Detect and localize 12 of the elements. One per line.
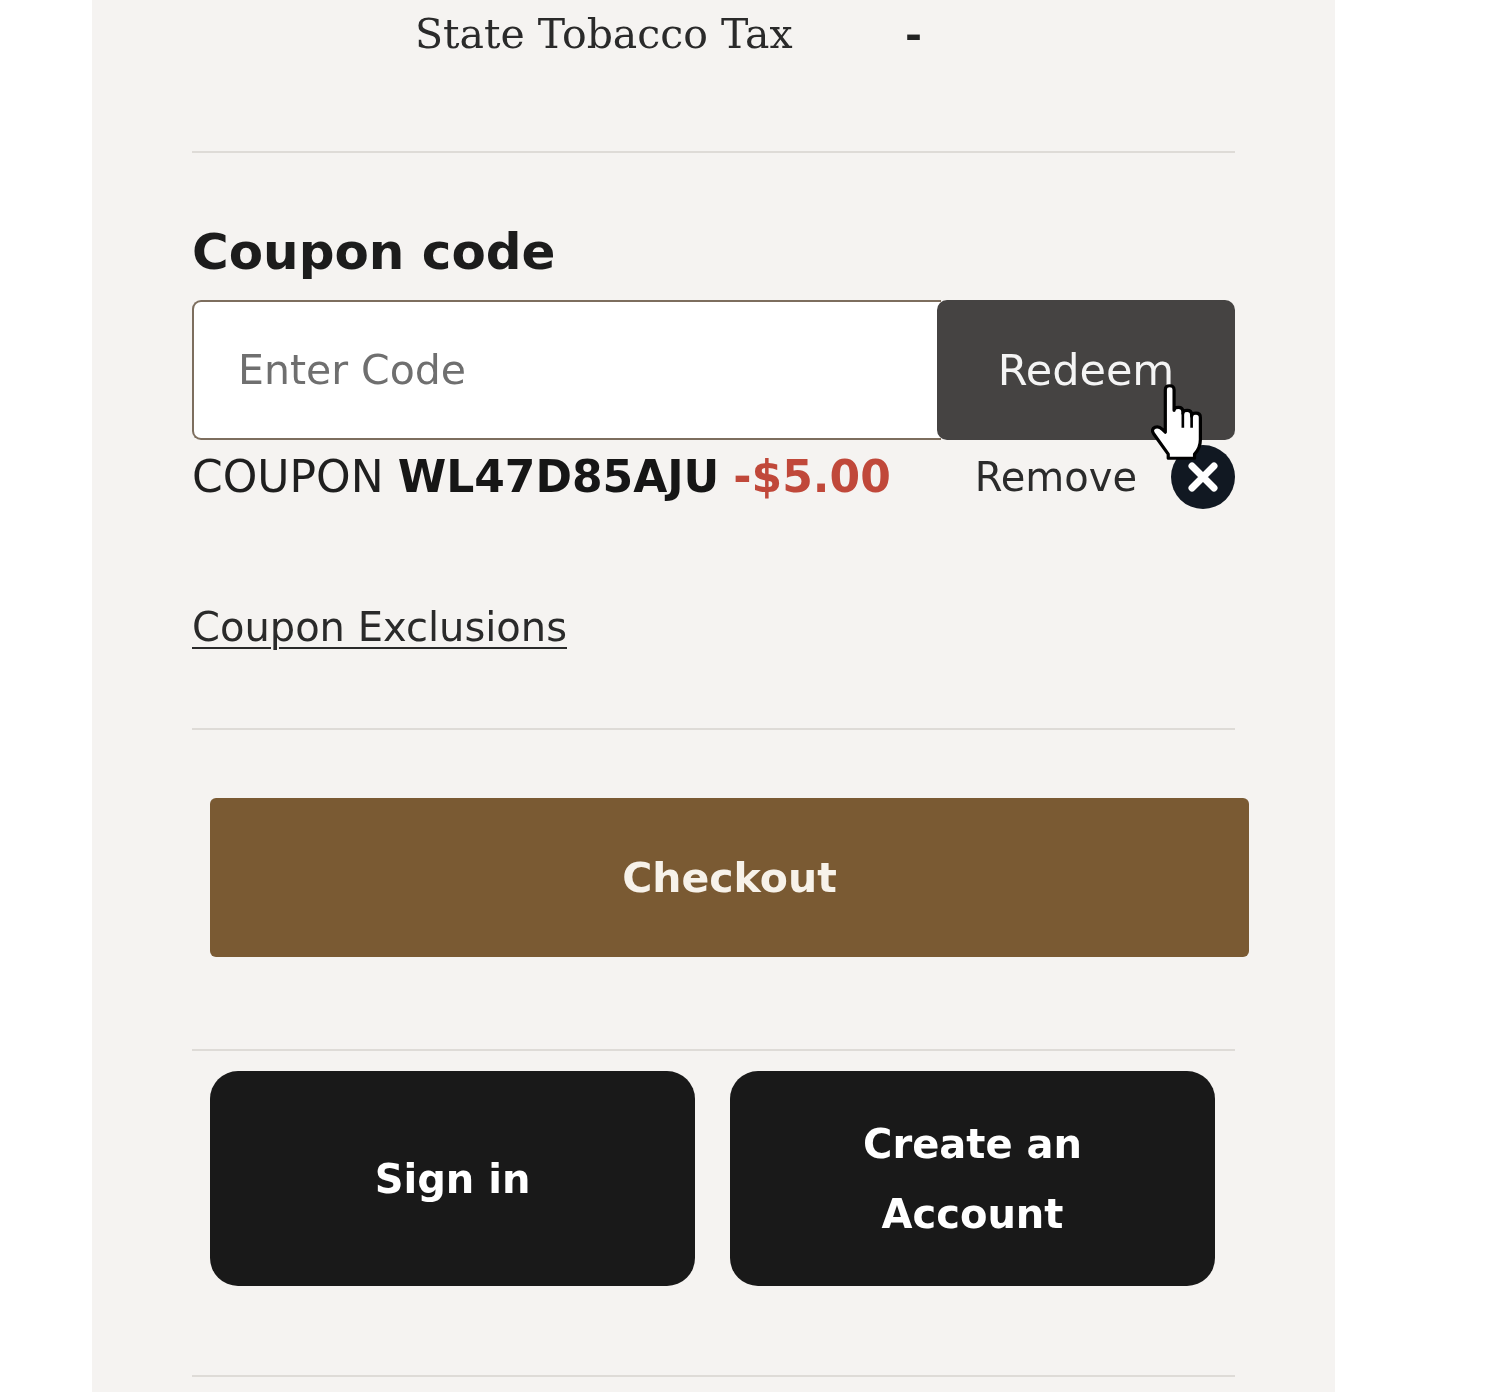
tax-value: -: [905, 10, 924, 60]
coupon-exclusions-link[interactable]: Coupon Exclusions: [192, 602, 567, 652]
coupon-code-field[interactable]: Enter Code: [192, 300, 941, 440]
account-button[interactable]: Sign in: [210, 1071, 695, 1286]
applied-coupon-text: COUPON WL47D85AJU: [192, 450, 720, 504]
account-button[interactable]: Create an Account: [730, 1071, 1215, 1286]
close-icon[interactable]: [1171, 445, 1235, 509]
coupon-heading: Coupon code: [192, 222, 556, 282]
checkout-button[interactable]: Checkout: [210, 798, 1249, 957]
discount-amount: -$5.00: [733, 450, 891, 504]
remove-coupon-button[interactable]: Remove: [974, 445, 1235, 509]
tax-label: State Tobacco Tax: [415, 10, 794, 60]
